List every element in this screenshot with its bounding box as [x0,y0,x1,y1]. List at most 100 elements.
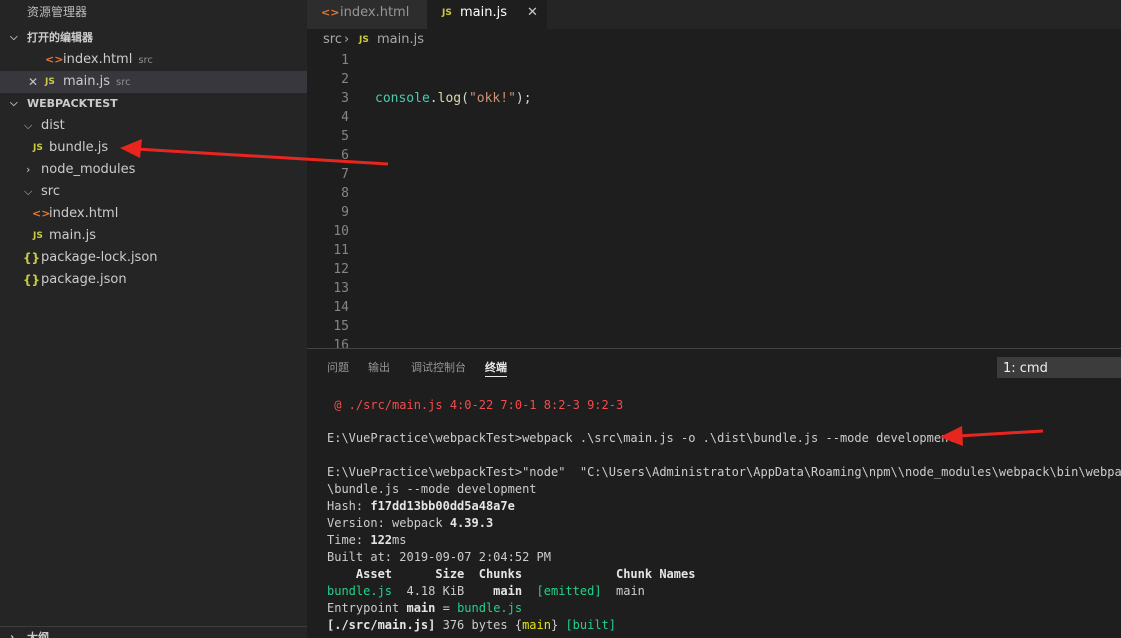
tree-label: main.js [49,228,96,243]
tree-file-bundle-js[interactable]: JS bundle.js [0,137,307,159]
code-token: "okk!" [468,91,516,106]
code-token: log [437,91,462,106]
terminal-file: bundle.js [457,601,523,615]
json-icon: {} [23,273,41,287]
html-icon: <> [32,207,51,220]
open-editor-label: index.html [63,52,133,67]
terminal-value: f17dd13bb00dd5a48a7e [370,499,515,513]
html-icon: <> [321,6,340,19]
terminal-value: 4.39.3 [449,516,494,530]
js-icon: JS [33,231,43,241]
tab-problems[interactable]: 问题 [327,359,349,377]
editor-tabs: <> index.html JS main.js ✕ [307,0,1121,29]
code-token: ( [461,91,469,106]
line-number: 5 [341,129,349,144]
terminal-size: 4.18 KiB [392,584,465,598]
outline-label: 大纲 [27,631,49,638]
tab-terminal[interactable]: 终端 [485,359,507,377]
line-number: 12 [333,262,349,277]
terminal-chunk: main [464,584,523,598]
code-editor[interactable]: 1 2 3 4 5 6 7 8 9 10 11 12 13 14 15 16 c… [307,51,1121,348]
tab-main-js[interactable]: JS main.js ✕ [427,0,547,29]
terminal-module: [./src/main.js] [327,618,436,632]
line-number: 10 [333,224,349,239]
line-number: 14 [333,300,349,315]
line-number: 16 [333,338,349,348]
terminal-brace: } [550,618,566,632]
tree-label: src [41,184,60,199]
terminal-label: Built at: [327,550,400,564]
open-editor-desc: src [116,77,131,88]
tree-label: index.html [49,206,119,221]
terminal-label: Time: [327,533,371,547]
explorer-title: 资源管理器 [27,5,88,19]
tab-label: index.html [340,5,410,20]
tab-label: main.js [460,5,507,20]
tree-file-index-html[interactable]: <> index.html [0,203,307,225]
tab-index-html[interactable]: <> index.html [307,0,427,29]
close-icon[interactable]: ✕ [527,0,538,26]
code-token: console [375,91,430,106]
terminal-line: Asset Size Chunks Chunk Names [327,567,696,581]
project-header[interactable]: ⌵ WEBPACKTEST [0,93,307,115]
terminal-select[interactable]: 1: cmd [997,357,1121,378]
breadcrumb-file[interactable]: main.js [377,29,424,51]
terminal-value: 2019-09-07 2:04:52 PM [399,550,551,564]
tree-folder-dist[interactable]: ⌵ dist [0,115,307,137]
breadcrumb-folder[interactable]: src [323,29,342,51]
code-token: ); [515,91,532,106]
tree-folder-node-modules[interactable]: › node_modules [0,159,307,181]
breadcrumb-separator: › [344,32,350,47]
tree-folder-src[interactable]: ⌵ src [0,181,307,203]
chevron-down-icon: ⌵ [24,119,33,132]
open-editor-desc: src [138,55,153,66]
terminal-chunk: main [522,618,551,632]
terminal-line: Version: webpack 4.39.3 [327,515,493,532]
open-editor-item-index-html[interactable]: <> index.html src [0,49,307,71]
open-editors-header[interactable]: ⌵ 打开的编辑器 [0,27,307,49]
terminal-value: 122 [370,533,393,547]
line-number: 15 [333,319,349,334]
outline-header[interactable]: › 大纲 [0,626,307,638]
open-editor-item-main-js[interactable]: ✕ JS main.js src [0,71,307,93]
code-token: . [429,91,438,106]
tree-label: bundle.js [49,140,109,155]
tree-label: dist [41,118,65,133]
chevron-right-icon: › [26,163,31,176]
js-icon: JS [33,143,43,153]
terminal-flag: [built] [565,618,617,632]
chevron-down-icon: ⌵ [10,32,18,43]
line-number: 3 [341,91,349,106]
breadcrumb: src › JS main.js [307,29,1121,51]
line-number: 1 [341,53,349,68]
tab-debug-console[interactable]: 调试控制台 [411,359,466,377]
terminal-line: E:\VuePractice\webpackTest>"node" "C:\Us… [327,465,1121,479]
tree-file-package-json[interactable]: {} package.json [0,269,307,291]
chevron-down-icon: ⌵ [24,185,33,198]
js-icon: JS [45,77,55,87]
terminal-value: main [406,601,436,615]
tree-label: package.json [41,272,127,287]
line-number: 11 [333,243,349,258]
code-line: console.log("okk!"); [375,89,532,108]
js-icon: JS [442,8,452,18]
terminal-line: [./src/main.js] 376 bytes {main} [built] [327,617,616,634]
tree-file-main-js[interactable]: JS main.js [0,225,307,247]
line-number: 4 [341,110,349,125]
open-editors-label: 打开的编辑器 [27,31,93,44]
tree-label: package-lock.json [41,250,158,265]
chevron-right-icon: › [10,632,15,638]
close-icon[interactable]: ✕ [28,71,38,93]
terminal-line: @ ./src/main.js 4:0-22 7:0-1 8:2-3 9:2-3 [327,398,624,412]
line-number: 13 [333,281,349,296]
terminal-flag: [emitted] [522,584,602,598]
tree-file-package-lock-json[interactable]: {} package-lock.json [0,247,307,269]
terminal-unit: ms [392,533,407,547]
js-icon: JS [359,35,369,45]
chevron-down-icon: ⌵ [10,98,18,109]
terminal-line: Time: 122ms [327,532,407,549]
tab-output[interactable]: 输出 [368,359,390,377]
terminal-line: Entrypoint main = bundle.js [327,600,522,617]
project-label: WEBPACKTEST [27,97,118,110]
open-editor-label: main.js [63,74,110,89]
